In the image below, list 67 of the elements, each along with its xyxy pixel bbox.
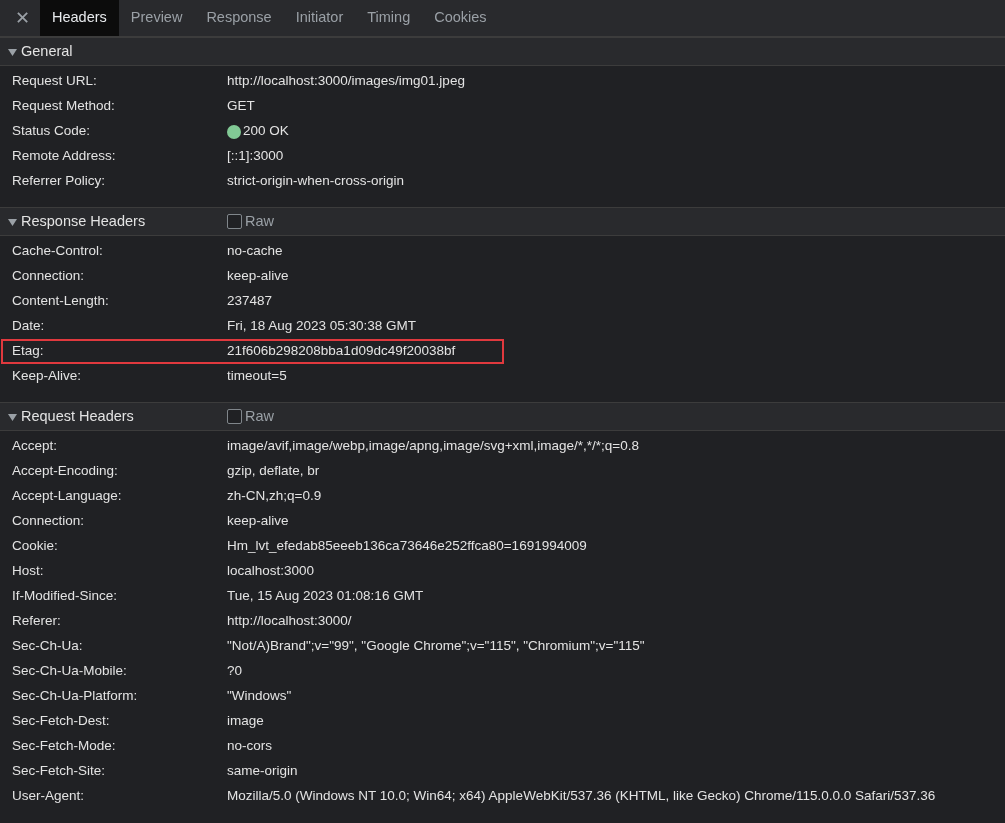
header-name: Accept: (12, 437, 59, 456)
header-value: no-cors (227, 737, 272, 756)
header-value: ?0 (227, 662, 243, 681)
header-name: Cookie: (12, 537, 59, 556)
header-value: keep-alive (227, 512, 289, 531)
header-value: "Not/A)Brand";v="99", "Google Chrome";v="115", "Chromium";v="115" (227, 637, 645, 656)
header-name: Connection: (12, 267, 86, 286)
header-name: Sec-Fetch-Mode: (12, 737, 117, 756)
header-value: gzip, deflate, br (227, 462, 320, 481)
header-name: User-Agent: (12, 787, 86, 806)
header-name: Sec-Fetch-Site: (12, 762, 107, 781)
header-value: http://localhost:3000/ (227, 612, 352, 631)
header-name: Etag: (12, 342, 45, 361)
triangle-down-icon (8, 217, 17, 226)
triangle-down-icon (8, 412, 17, 421)
header-name: Sec-Fetch-Dest: (12, 712, 111, 731)
tab[interactable]: Initiator (283, 0, 356, 36)
header-value: timeout=5 (227, 367, 287, 386)
header-value: http://localhost:3000/images/img01.jpeg (227, 72, 465, 91)
header-name: Content-Length: (12, 292, 110, 311)
header-name: Request Method: (12, 97, 116, 116)
tab[interactable]: Timing (355, 0, 423, 36)
header-name: Referrer Policy: (12, 172, 107, 191)
section-toggle[interactable]: General (0, 40, 73, 63)
header-value: GET (227, 97, 255, 116)
header-name: Accept-Language: (12, 487, 123, 506)
tab[interactable]: Preview (118, 0, 195, 36)
header-value: 237487 (227, 292, 273, 311)
header-name: Referer: (12, 612, 62, 631)
raw-checkbox[interactable]: Raw (227, 210, 274, 233)
header-name: Keep-Alive: (12, 367, 83, 386)
tab[interactable]: Headers (40, 0, 119, 36)
header-name: Sec-Ch-Ua: (12, 637, 84, 656)
header-value: zh-CN,zh;q=0.9 (227, 487, 322, 506)
header-name: Sec-Ch-Ua-Platform: (12, 687, 139, 706)
header-value: Mozilla/5.0 (Windows NT 10.0; Win64; x64) AppleWebKit/537.36 (KHTML, like Gecko) Chrome/115.0.0.0 Safari/537.36 (227, 787, 936, 806)
status-text: 200 OK (243, 122, 289, 141)
header-value: keep-alive (227, 267, 289, 286)
header-value: image/avif,image/webp,image/apng,image/svg+xml,image/*,*/*;q=0.8 (227, 437, 639, 456)
close-button[interactable]: ✕ (4, 0, 40, 36)
header-name: Remote Address: (12, 147, 117, 166)
header-name: If-Modified-Since: (12, 587, 119, 606)
header-value: no-cache (227, 242, 283, 261)
raw-checkbox[interactable]: Raw (227, 405, 274, 428)
header-value: Tue, 15 Aug 2023 01:08:16 GMT (227, 587, 424, 606)
header-value: same-origin (227, 762, 298, 781)
tab[interactable]: Response (194, 0, 284, 36)
header-name: Host: (12, 562, 45, 581)
section-toggle[interactable]: Request Headers (0, 405, 134, 428)
header-value: localhost:3000 (227, 562, 315, 581)
header-name: Cache-Control: (12, 242, 104, 261)
header-name: Date: (12, 317, 46, 336)
header-value: Fri, 18 Aug 2023 05:30:38 GMT (227, 317, 417, 336)
section-toggle[interactable]: Response Headers (0, 210, 146, 233)
header-value: [::1]:3000 (227, 147, 284, 166)
tab[interactable]: Cookies (422, 0, 499, 36)
header-value: image (227, 712, 264, 731)
header-name: Request URL: (12, 72, 98, 91)
header-name: Connection: (12, 512, 86, 531)
header-name: Status Code: (12, 122, 92, 141)
header-value: Hm_lvt_efedab85eeeb136ca73646e252ffca80=1691994009 (227, 537, 587, 556)
triangle-down-icon (8, 47, 17, 56)
header-name: Accept-Encoding: (12, 462, 119, 481)
header-name: Sec-Ch-Ua-Mobile: (12, 662, 128, 681)
header-value: strict-origin-when-cross-origin (227, 172, 405, 191)
header-value: 21f606b298208bba1d09dc49f20038bf (227, 342, 456, 361)
header-value: "Windows" (227, 687, 292, 706)
